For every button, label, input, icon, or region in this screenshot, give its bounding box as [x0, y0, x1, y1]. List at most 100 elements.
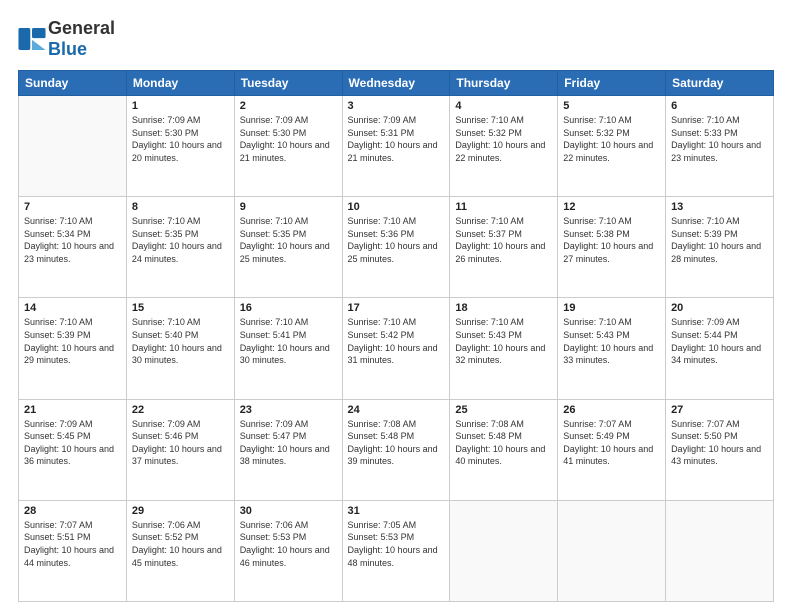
day-number: 21	[24, 404, 121, 416]
day-info: Sunrise: 7:09 AMSunset: 5:44 PMDaylight:…	[671, 316, 768, 366]
day-number: 18	[455, 302, 552, 314]
calendar-week-row: 21 Sunrise: 7:09 AMSunset: 5:45 PMDayligh…	[19, 399, 774, 500]
calendar-cell: 20 Sunrise: 7:09 AMSunset: 5:44 PMDayligh…	[666, 298, 774, 399]
day-info: Sunrise: 7:07 AMSunset: 5:49 PMDaylight:…	[563, 418, 660, 468]
day-info: Sunrise: 7:10 AMSunset: 5:38 PMDaylight:…	[563, 215, 660, 265]
calendar-cell: 18 Sunrise: 7:10 AMSunset: 5:43 PMDayligh…	[450, 298, 558, 399]
weekday-header-thursday: Thursday	[450, 71, 558, 96]
day-number: 2	[240, 100, 337, 112]
weekday-header-saturday: Saturday	[666, 71, 774, 96]
day-info: Sunrise: 7:10 AMSunset: 5:35 PMDaylight:…	[240, 215, 337, 265]
day-info: Sunrise: 7:10 AMSunset: 5:43 PMDaylight:…	[455, 316, 552, 366]
day-info: Sunrise: 7:09 AMSunset: 5:47 PMDaylight:…	[240, 418, 337, 468]
day-info: Sunrise: 7:06 AMSunset: 5:52 PMDaylight:…	[132, 519, 229, 569]
day-number: 27	[671, 404, 768, 416]
weekday-header-monday: Monday	[126, 71, 234, 96]
day-number: 26	[563, 404, 660, 416]
calendar-cell: 1 Sunrise: 7:09 AMSunset: 5:30 PMDaylight…	[126, 96, 234, 197]
day-number: 28	[24, 505, 121, 517]
calendar-table: SundayMondayTuesdayWednesdayThursdayFrid…	[18, 70, 774, 602]
day-info: Sunrise: 7:10 AMSunset: 5:36 PMDaylight:…	[348, 215, 445, 265]
day-info: Sunrise: 7:10 AMSunset: 5:37 PMDaylight:…	[455, 215, 552, 265]
day-info: Sunrise: 7:07 AMSunset: 5:51 PMDaylight:…	[24, 519, 121, 569]
weekday-header-tuesday: Tuesday	[234, 71, 342, 96]
calendar-cell: 17 Sunrise: 7:10 AMSunset: 5:42 PMDayligh…	[342, 298, 450, 399]
day-number: 22	[132, 404, 229, 416]
day-info: Sunrise: 7:05 AMSunset: 5:53 PMDaylight:…	[348, 519, 445, 569]
calendar-cell: 21 Sunrise: 7:09 AMSunset: 5:45 PMDayligh…	[19, 399, 127, 500]
calendar-cell: 14 Sunrise: 7:10 AMSunset: 5:39 PMDayligh…	[19, 298, 127, 399]
day-info: Sunrise: 7:10 AMSunset: 5:32 PMDaylight:…	[563, 114, 660, 164]
day-number: 6	[671, 100, 768, 112]
calendar-cell: 23 Sunrise: 7:09 AMSunset: 5:47 PMDayligh…	[234, 399, 342, 500]
day-number: 8	[132, 201, 229, 213]
day-info: Sunrise: 7:10 AMSunset: 5:42 PMDaylight:…	[348, 316, 445, 366]
weekday-header-friday: Friday	[558, 71, 666, 96]
calendar-cell: 16 Sunrise: 7:10 AMSunset: 5:41 PMDayligh…	[234, 298, 342, 399]
calendar-cell: 15 Sunrise: 7:10 AMSunset: 5:40 PMDayligh…	[126, 298, 234, 399]
day-info: Sunrise: 7:10 AMSunset: 5:33 PMDaylight:…	[671, 114, 768, 164]
calendar-cell: 28 Sunrise: 7:07 AMSunset: 5:51 PMDayligh…	[19, 500, 127, 601]
calendar-cell: 4Sunrise: 7:10 AMSunset: 5:32 PMDaylight…	[450, 96, 558, 197]
calendar-cell: 6 Sunrise: 7:10 AMSunset: 5:33 PMDaylight…	[666, 96, 774, 197]
day-number: 4	[455, 100, 552, 112]
logo-text: General Blue	[48, 18, 115, 60]
day-info: Sunrise: 7:07 AMSunset: 5:50 PMDaylight:…	[671, 418, 768, 468]
weekday-header-sunday: Sunday	[19, 71, 127, 96]
day-info: Sunrise: 7:09 AMSunset: 5:30 PMDaylight:…	[132, 114, 229, 164]
calendar-cell: 19 Sunrise: 7:10 AMSunset: 5:43 PMDayligh…	[558, 298, 666, 399]
day-info: Sunrise: 7:10 AMSunset: 5:43 PMDaylight:…	[563, 316, 660, 366]
calendar-cell	[450, 500, 558, 601]
day-info: Sunrise: 7:09 AMSunset: 5:45 PMDaylight:…	[24, 418, 121, 468]
day-number: 11	[455, 201, 552, 213]
day-number: 20	[671, 302, 768, 314]
calendar-cell: 7 Sunrise: 7:10 AMSunset: 5:34 PMDaylight…	[19, 197, 127, 298]
day-info: Sunrise: 7:06 AMSunset: 5:53 PMDaylight:…	[240, 519, 337, 569]
day-number: 12	[563, 201, 660, 213]
day-number: 16	[240, 302, 337, 314]
day-number: 14	[24, 302, 121, 314]
day-number: 23	[240, 404, 337, 416]
calendar-cell: 27 Sunrise: 7:07 AMSunset: 5:50 PMDayligh…	[666, 399, 774, 500]
calendar-cell: 11 Sunrise: 7:10 AMSunset: 5:37 PMDayligh…	[450, 197, 558, 298]
calendar-cell: 2Sunrise: 7:09 AMSunset: 5:30 PMDaylight…	[234, 96, 342, 197]
day-info: Sunrise: 7:10 AMSunset: 5:40 PMDaylight:…	[132, 316, 229, 366]
calendar-cell: 25Sunrise: 7:08 AMSunset: 5:48 PMDayligh…	[450, 399, 558, 500]
logo: General Blue	[18, 18, 115, 60]
calendar-cell	[666, 500, 774, 601]
calendar-cell	[19, 96, 127, 197]
calendar-week-row: 28 Sunrise: 7:07 AMSunset: 5:51 PMDayligh…	[19, 500, 774, 601]
calendar-cell: 3Sunrise: 7:09 AMSunset: 5:31 PMDaylight…	[342, 96, 450, 197]
day-number: 24	[348, 404, 445, 416]
calendar-cell: 26 Sunrise: 7:07 AMSunset: 5:49 PMDayligh…	[558, 399, 666, 500]
calendar-week-row: 7 Sunrise: 7:10 AMSunset: 5:34 PMDaylight…	[19, 197, 774, 298]
day-number: 10	[348, 201, 445, 213]
day-info: Sunrise: 7:08 AMSunset: 5:48 PMDaylight:…	[348, 418, 445, 468]
calendar-cell: 13Sunrise: 7:10 AMSunset: 5:39 PMDayligh…	[666, 197, 774, 298]
day-number: 9	[240, 201, 337, 213]
day-number: 17	[348, 302, 445, 314]
day-number: 29	[132, 505, 229, 517]
day-number: 30	[240, 505, 337, 517]
day-info: Sunrise: 7:10 AMSunset: 5:34 PMDaylight:…	[24, 215, 121, 265]
day-info: Sunrise: 7:10 AMSunset: 5:41 PMDaylight:…	[240, 316, 337, 366]
day-info: Sunrise: 7:08 AMSunset: 5:48 PMDaylight:…	[455, 418, 552, 468]
calendar-cell: 31 Sunrise: 7:05 AMSunset: 5:53 PMDayligh…	[342, 500, 450, 601]
day-number: 3	[348, 100, 445, 112]
calendar-cell: 24 Sunrise: 7:08 AMSunset: 5:48 PMDayligh…	[342, 399, 450, 500]
day-number: 1	[132, 100, 229, 112]
day-number: 19	[563, 302, 660, 314]
calendar-cell	[558, 500, 666, 601]
day-number: 7	[24, 201, 121, 213]
weekday-header-wednesday: Wednesday	[342, 71, 450, 96]
calendar-cell: 10 Sunrise: 7:10 AMSunset: 5:36 PMDayligh…	[342, 197, 450, 298]
day-info: Sunrise: 7:10 AMSunset: 5:39 PMDaylight:…	[24, 316, 121, 366]
calendar-cell: 30 Sunrise: 7:06 AMSunset: 5:53 PMDayligh…	[234, 500, 342, 601]
calendar-cell: 8 Sunrise: 7:10 AMSunset: 5:35 PMDaylight…	[126, 197, 234, 298]
day-number: 15	[132, 302, 229, 314]
weekday-header-row: SundayMondayTuesdayWednesdayThursdayFrid…	[19, 71, 774, 96]
day-number: 31	[348, 505, 445, 517]
day-info: Sunrise: 7:10 AMSunset: 5:35 PMDaylight:…	[132, 215, 229, 265]
calendar-cell: 5Sunrise: 7:10 AMSunset: 5:32 PMDaylight…	[558, 96, 666, 197]
day-number: 13	[671, 201, 768, 213]
